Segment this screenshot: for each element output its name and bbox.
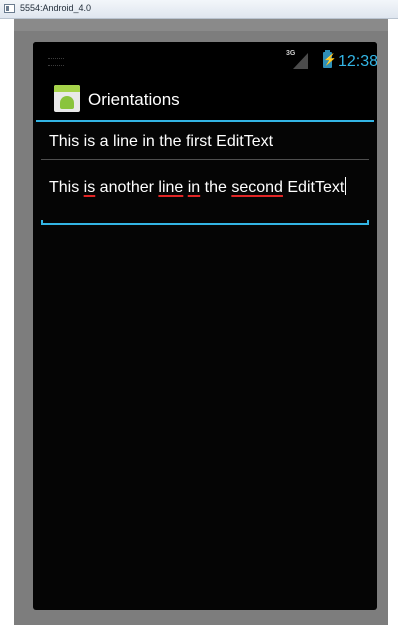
second-edit-text[interactable]: This is another line in the second EditT… [41,174,369,226]
emulator-frame-top [14,19,388,31]
second-edit-text-value: This is another line in the second EditT… [49,177,359,198]
android-robot-icon [60,96,74,109]
text-segment: the [200,179,232,196]
action-bar: Orientations [33,76,377,120]
text-segment: another [95,179,159,196]
keyboard-icon [48,58,64,66]
window-titlebar[interactable]: 5554:Android_4.0 [0,0,398,19]
device-screen: 3G 12:38 Orientations This is a line in … [33,42,377,610]
first-edit-text-underline [41,159,369,160]
status-bar: 3G 12:38 [33,42,377,76]
signal-strength-icon [293,53,308,69]
spellcheck-word[interactable]: second [231,179,283,196]
second-edit-text-focus-underline [41,220,369,225]
app-title: Orientations [88,90,180,109]
first-edit-text[interactable]: This is a line in the first EditText [41,130,369,160]
battery-charging-icon [323,50,337,68]
emulator-window-icon [4,4,15,13]
status-clock: 12:38 [338,53,377,70]
spellcheck-word[interactable]: is [84,179,96,196]
app-launcher-icon[interactable] [54,85,80,112]
signal-icon: 3G [286,50,312,71]
text-segment: This [49,179,84,196]
text-segment: EditText [282,179,345,196]
action-bar-divider [36,120,374,122]
spellcheck-word[interactable]: in [188,179,200,196]
first-edit-text-value: This is a line in the first EditText [49,133,274,150]
spellcheck-word[interactable]: line [158,179,183,196]
app-icon-band [54,85,80,92]
text-cursor [345,177,347,195]
window-title: 5554:Android_4.0 [20,3,92,13]
